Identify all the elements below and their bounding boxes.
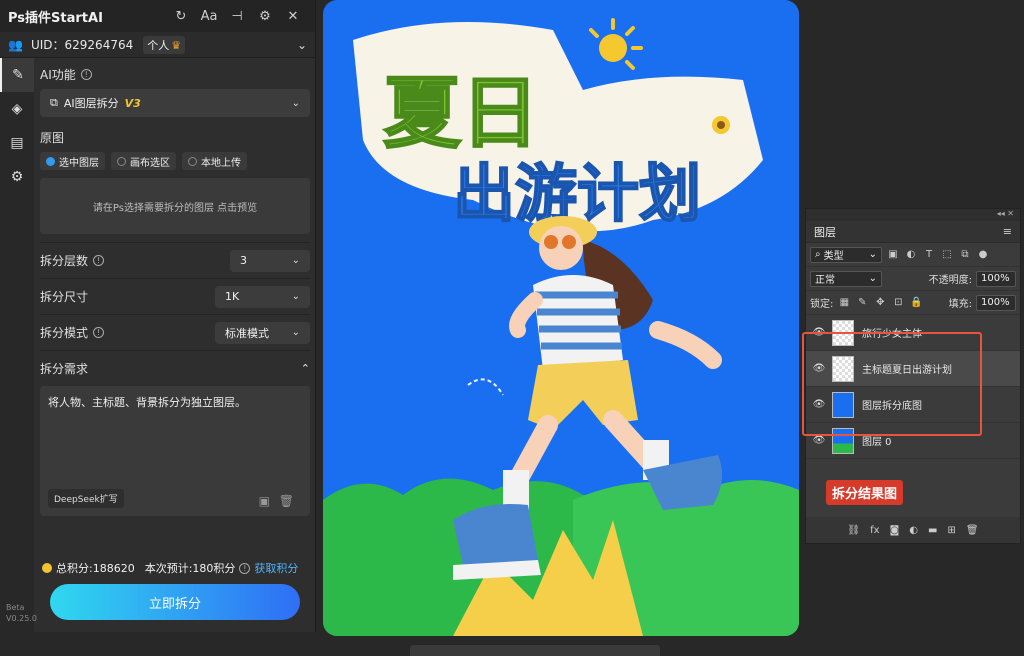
filter-pixel-icon[interactable]: ▣ (886, 249, 900, 260)
trash-icon[interactable]: 🗑 (279, 494, 294, 508)
layers-footer: ⛓ fx ◙ ◐ ▬ ⊞ 🗑 (806, 517, 1020, 543)
info-icon[interactable]: ! (93, 255, 105, 266)
gear-tool-icon[interactable]: ⚙ (0, 160, 34, 194)
info-icon[interactable]: ! (239, 562, 251, 574)
lock-move-icon[interactable]: ✥ (873, 297, 887, 308)
split-result-highlight (802, 332, 982, 436)
crown-icon: ♛ (171, 38, 182, 52)
source-options: 选中图层 画布选区 本地上传 (40, 152, 310, 170)
split-size-select[interactable]: 1K ⌄ (215, 285, 310, 308)
arrow-doodle (467, 378, 504, 396)
new-layer-icon[interactable]: ⊞ (947, 525, 955, 536)
filter-type-icon[interactable]: T (922, 249, 936, 260)
split-result-label: 拆分结果图 (826, 480, 904, 505)
panel-menu-icon[interactable]: ≡ (1003, 225, 1012, 238)
startai-plugin-panel: Ps插件StartAI ↻ Aa ⊣ ⚙ ✕ 👥 UID：629264764 个… (0, 0, 316, 632)
mask-icon[interactable]: ◙ (890, 525, 900, 536)
settings-icon[interactable]: ⚙ (251, 9, 279, 24)
user-uid: UID：629264764 (30, 38, 134, 52)
app-screen: Ps插件StartAI ↻ Aa ⊣ ⚙ ✕ 👥 UID：629264764 个… (0, 0, 1024, 656)
lock-artboard-icon[interactable]: ⊡ (891, 297, 905, 308)
split-now-button[interactable]: 立即拆分 (50, 584, 300, 620)
sun-icon (589, 18, 643, 70)
chevron-up-icon[interactable]: ⌃ (301, 362, 310, 375)
ai-function-label: AI功能! (40, 66, 310, 83)
filter-adjustment-icon[interactable]: ◐ (904, 249, 918, 260)
ai-function-select[interactable]: ⧉ AI图层拆分 V3 ⌄ (40, 89, 310, 117)
blend-row: 正常 ⌄ 不透明度: 100% (806, 267, 1020, 291)
lock-paint-icon[interactable]: ✎ (855, 297, 869, 308)
layers-tab-bar: 图层 ≡ (806, 221, 1020, 243)
layer-split-icon: ⧉ (50, 96, 58, 109)
plugin-sidebar: ✎ ◈ ▤ ⚙ Beta V0.25.0 (0, 58, 37, 632)
plugin-content: AI功能! ⧉ AI图层拆分 V3 ⌄ 原图 选中图层 画布选区 本地上传 请在P… (40, 58, 310, 516)
tab-layers[interactable]: 图层 (814, 224, 836, 240)
user-bar: 👥 UID：629264764 个人 ♛ ⌄ (0, 32, 315, 58)
eye-icon[interactable]: 👁 (806, 435, 832, 446)
info-icon[interactable]: ! (93, 327, 105, 338)
plugin-titlebar: Ps插件StartAI ↻ Aa ⊣ ⚙ ✕ (0, 0, 315, 32)
bottom-toolbar (410, 645, 660, 656)
refresh-icon[interactable]: ↻ (167, 9, 195, 24)
split-size-row: 拆分尺寸 1K ⌄ (40, 278, 310, 314)
source-option-local-upload[interactable]: 本地上传 (182, 152, 247, 170)
fill-input[interactable]: 100% (976, 294, 1016, 311)
account-badge: 个人 ♛ (143, 35, 186, 54)
link-icon[interactable]: ⛓ (847, 525, 860, 536)
source-preview-area[interactable]: 请在Ps选择需要拆分的图层 点击预览 (40, 178, 310, 234)
history-icon[interactable]: ▣ (259, 494, 270, 508)
layer-count-row: 拆分层数! 3 ⌄ (40, 242, 310, 278)
filter-smart-icon[interactable]: ⧉ (958, 249, 972, 260)
layer-filter-select[interactable]: ⌕ 类型 ⌄ (810, 246, 882, 263)
layer-count-select[interactable]: 3 ⌄ (230, 249, 310, 272)
lock-all-icon[interactable]: 🔒 (909, 297, 923, 308)
adjustment-icon[interactable]: ◐ (909, 525, 918, 536)
artwork-illustration: 夏日 出游计划 (323, 18, 799, 636)
opacity-input[interactable]: 100% (976, 270, 1016, 287)
source-option-selected-layer[interactable]: 选中图层 (40, 152, 105, 170)
folder-icon[interactable]: ▬ (928, 525, 937, 536)
chevron-down-icon: ⌄ (291, 97, 300, 109)
source-label: 原图 (40, 131, 65, 145)
get-points-link[interactable]: 获取积分 (254, 560, 298, 576)
font-size-icon[interactable]: Aa (195, 9, 223, 24)
artwork-title-line1: 夏日 (383, 69, 539, 159)
chevron-down-icon[interactable]: ⌄ (297, 38, 307, 52)
fx-icon[interactable]: fx (870, 525, 879, 536)
edit-tool-icon[interactable]: ✎ (0, 58, 34, 92)
points-bar: 总积分:188620 本次预计:180积分 ! 获取积分 (42, 560, 298, 576)
close-icon[interactable]: ✕ (279, 9, 307, 24)
document-tool-icon[interactable]: ▤ (0, 126, 34, 160)
split-mode-row: 拆分模式! 标准模式 ⌄ (40, 314, 310, 350)
coin-icon (42, 563, 52, 573)
split-requirement-row: 拆分需求 ⌃ (40, 350, 310, 386)
flower-icon (712, 116, 730, 134)
plugin-title: Ps插件StartAI (8, 10, 103, 26)
filter-toggle-icon[interactable]: ● (976, 249, 990, 260)
filter-shape-icon[interactable]: ⬚ (940, 249, 954, 260)
lock-pixels-icon[interactable]: ▦ (837, 297, 851, 308)
layers-panel-collapse[interactable]: ◂◂ ✕ (806, 209, 1020, 221)
deepseek-expand-button[interactable]: DeepSeek扩写 (48, 489, 124, 508)
version-info: Beta V0.25.0 (6, 603, 37, 623)
layers-tool-icon[interactable]: ◈ (0, 92, 34, 126)
split-mode-select[interactable]: 标准模式 ⌄ (215, 321, 310, 344)
trash-icon[interactable]: 🗑 (966, 525, 979, 536)
blend-mode-select[interactable]: 正常 ⌄ (810, 270, 882, 287)
photoshop-canvas[interactable]: 夏日 出游计划 (323, 0, 799, 636)
requirement-textarea[interactable]: 将人物、主标题、背景拆分为独立图层。 DeepSeek扩写 ▣ 🗑 (40, 386, 310, 516)
lock-row: 锁定: ▦ ✎ ✥ ⊡ 🔒 填充: 100% (806, 291, 1020, 315)
users-icon: 👥 (8, 37, 23, 52)
pin-icon[interactable]: ⊣ (223, 9, 251, 24)
source-option-canvas-selection[interactable]: 画布选区 (111, 152, 176, 170)
info-icon[interactable]: ! (80, 69, 92, 80)
layer-filter-row: ⌕ 类型 ⌄ ▣ ◐ T ⬚ ⧉ ● (806, 243, 1020, 267)
